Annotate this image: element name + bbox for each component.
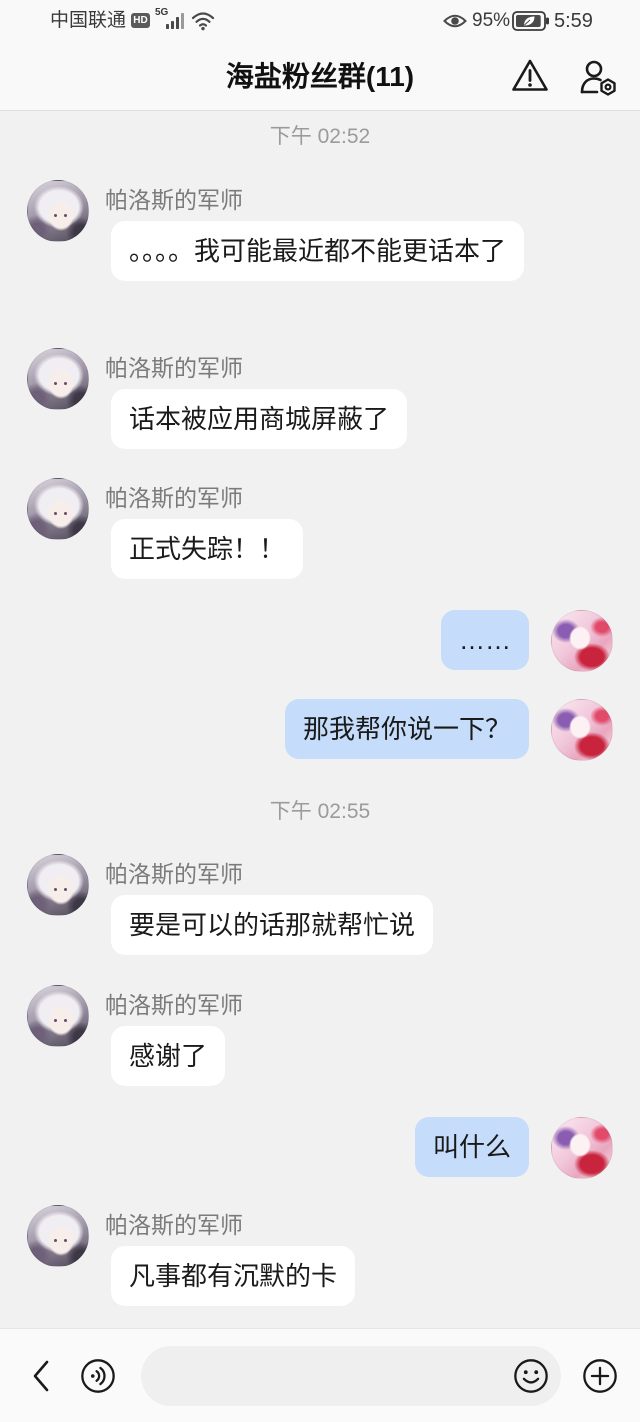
avatar[interactable] [27,180,89,242]
message-bubble[interactable]: 凡事都有沉默的卡 [111,1246,356,1306]
chevron-left-icon[interactable] [27,1356,57,1396]
carrier-name: 中国联通 [50,10,127,31]
avatar-own[interactable] [551,610,613,672]
status-bar: 中国联通 HD 5G 95% 5:59 [0,0,640,42]
message-bubble-own[interactable]: 叫什么 [414,1117,529,1177]
avatar[interactable] [27,348,89,410]
message-row-own: 那我帮你说一下？ [0,699,640,761]
avatar[interactable] [27,985,89,1047]
clock-time: 5:59 [554,10,593,32]
chat-header: 海盐粉丝群(11) [0,42,640,111]
warning-icon[interactable] [510,56,550,96]
sender-name: 帕洛斯的军师 [105,187,243,213]
message-row: 帕洛斯的军师 要是可以的话那就帮忙说 [0,854,640,955]
eye-comfort-icon [443,12,467,30]
message-bubble-own[interactable]: …… [441,610,529,670]
sender-name: 帕洛斯的军师 [105,485,243,511]
message-row: 帕洛斯的军师 。。。。我可能最近都不能更话本了 [0,180,640,281]
group-title[interactable]: 海盐粉丝群(11) [120,42,520,111]
chat-message-list[interactable]: 下午 02:52 帕洛斯的军师 。。。。我可能最近都不能更话本了 帕洛斯的军师 … [0,111,640,1328]
emoji-icon[interactable] [512,1357,550,1395]
message-row: 帕洛斯的军师 话本被应用商城屏蔽了 [0,348,640,449]
message-row-own: 叫什么 [0,1117,640,1179]
message-bubble[interactable]: 感谢了 [111,1026,226,1086]
signal-bars-icon [165,12,185,30]
timestamp: 下午 02:52 [269,125,371,148]
avatar[interactable] [27,854,89,916]
sender-name: 帕洛斯的军师 [105,861,243,887]
message-row-own: …… [0,610,640,672]
hd-badge: HD [131,13,150,28]
sender-name: 帕洛斯的军师 [105,992,243,1018]
message-bubble-own[interactable]: 那我帮你说一下？ [284,699,529,759]
message-bubble[interactable]: 要是可以的话那就帮忙说 [111,895,434,955]
group-settings-icon[interactable] [578,57,618,97]
message-bubble[interactable]: 正式失踪！！ [111,519,304,579]
sender-name: 帕洛斯的军师 [105,355,243,381]
avatar-own[interactable] [551,1117,613,1179]
message-row: 帕洛斯的军师 正式失踪！！ [0,478,640,579]
battery-percent: 95% [472,10,511,31]
battery-power-saving-icon [512,11,550,31]
avatar[interactable] [27,1205,89,1267]
sender-name: 帕洛斯的军师 [105,1212,243,1238]
timestamp: 下午 02:55 [269,800,371,823]
message-input[interactable] [141,1346,561,1406]
message-bubble[interactable]: 话本被应用商城屏蔽了 [111,389,408,449]
plus-circle-icon[interactable] [581,1357,619,1395]
message-input-bar [0,1328,640,1422]
message-row: 帕洛斯的军师 感谢了 [0,985,640,1086]
wifi-icon [191,10,215,31]
message-row: 帕洛斯的军师 凡事都有沉默的卡 [0,1205,640,1306]
message-bubble[interactable]: 。。。。我可能最近都不能更话本了 [111,221,525,281]
avatar-own[interactable] [551,699,613,761]
avatar[interactable] [27,478,89,540]
voice-input-icon[interactable] [79,1357,117,1395]
